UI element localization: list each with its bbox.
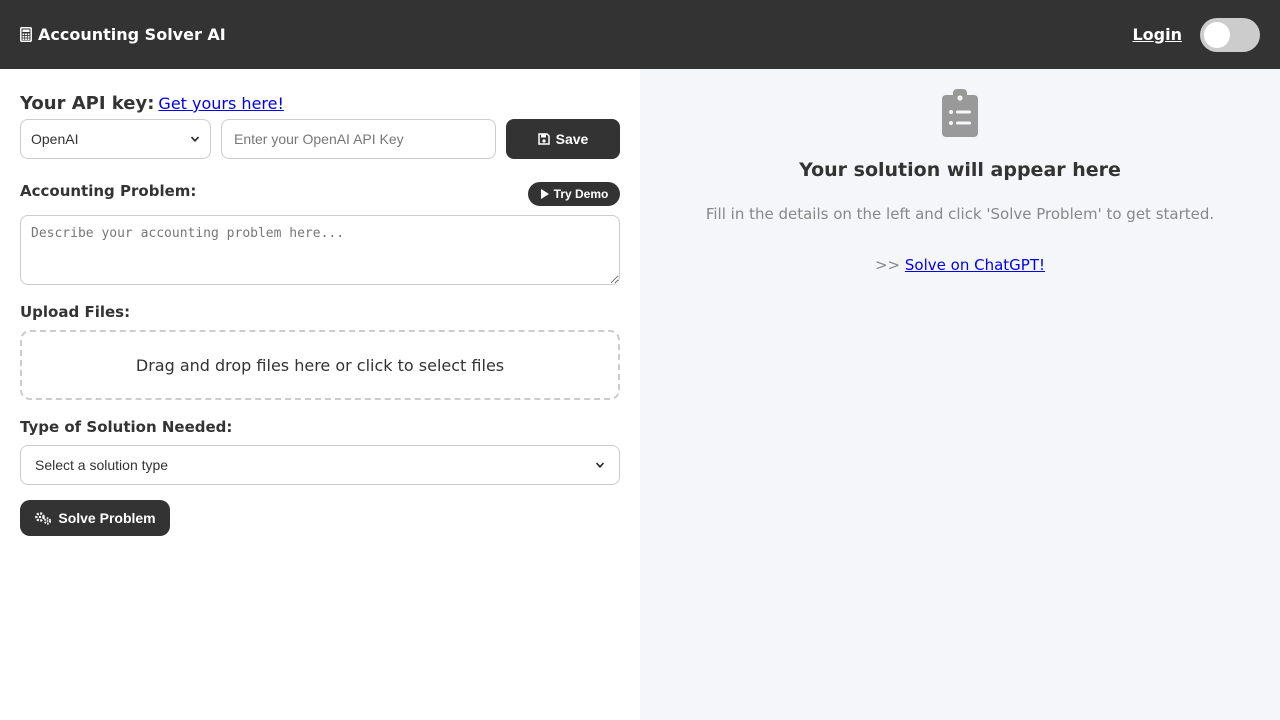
theme-toggle[interactable] <box>1200 17 1260 52</box>
save-button[interactable]: Save <box>506 119 620 159</box>
chatgpt-prefix: >> <box>874 256 901 274</box>
brand: Accounting Solver AI <box>20 25 226 44</box>
dropzone-text: Drag and drop files here or click to sel… <box>135 355 505 375</box>
clipboard-list-icon <box>942 89 978 137</box>
header-actions: Login <box>1132 17 1260 52</box>
app-header: Accounting Solver AI Login <box>0 0 1280 69</box>
app-title: Accounting Solver AI <box>38 25 226 44</box>
upload-label: Upload Files: <box>20 303 131 321</box>
solution-type-label: Type of Solution Needed: <box>20 418 233 436</box>
gears-icon <box>35 512 52 525</box>
calculator-icon <box>20 27 32 42</box>
solution-placeholder-description: Fill in the details on the left and clic… <box>705 205 1215 223</box>
solution-panel: Your solution will appear here Fill in t… <box>640 69 1280 720</box>
login-link[interactable]: Login <box>1132 25 1182 44</box>
save-button-label: Save <box>555 131 589 147</box>
chevron-down-icon <box>190 136 200 142</box>
try-demo-label: Try Demo <box>553 187 609 201</box>
solution-type-select[interactable]: Select a solution type <box>20 445 620 485</box>
toggle-knob <box>1204 21 1230 48</box>
problem-textarea[interactable] <box>20 215 620 285</box>
api-key-input[interactable] <box>221 119 496 159</box>
solve-problem-label: Solve Problem <box>58 510 156 526</box>
api-key-row: OpenAI Save <box>20 119 620 159</box>
play-icon <box>540 189 549 199</box>
input-panel: Your API key: Get yours here! OpenAI Sav… <box>0 69 640 720</box>
try-demo-button[interactable]: Try Demo <box>528 182 620 206</box>
chatgpt-line: >> Solve on ChatGPT! <box>640 256 1280 274</box>
provider-select[interactable]: OpenAI <box>20 119 211 159</box>
get-api-key-link[interactable]: Get yours here! <box>158 94 283 113</box>
solve-on-chatgpt-link[interactable]: Solve on ChatGPT! <box>905 256 1045 274</box>
file-dropzone[interactable]: Drag and drop files here or click to sel… <box>20 330 620 400</box>
api-key-heading: Your API key: Get yours here! <box>20 93 284 114</box>
solution-placeholder-title: Your solution will appear here <box>799 159 1121 181</box>
solution-type-selected-value: Select a solution type <box>35 457 169 473</box>
api-key-label: Your API key: <box>20 93 155 114</box>
chevron-down-icon <box>595 462 605 468</box>
provider-selected-value: OpenAI <box>31 131 79 147</box>
floppy-disk-icon <box>537 133 550 145</box>
problem-label: Accounting Problem: <box>20 182 197 200</box>
solve-problem-button[interactable]: Solve Problem <box>20 500 170 536</box>
